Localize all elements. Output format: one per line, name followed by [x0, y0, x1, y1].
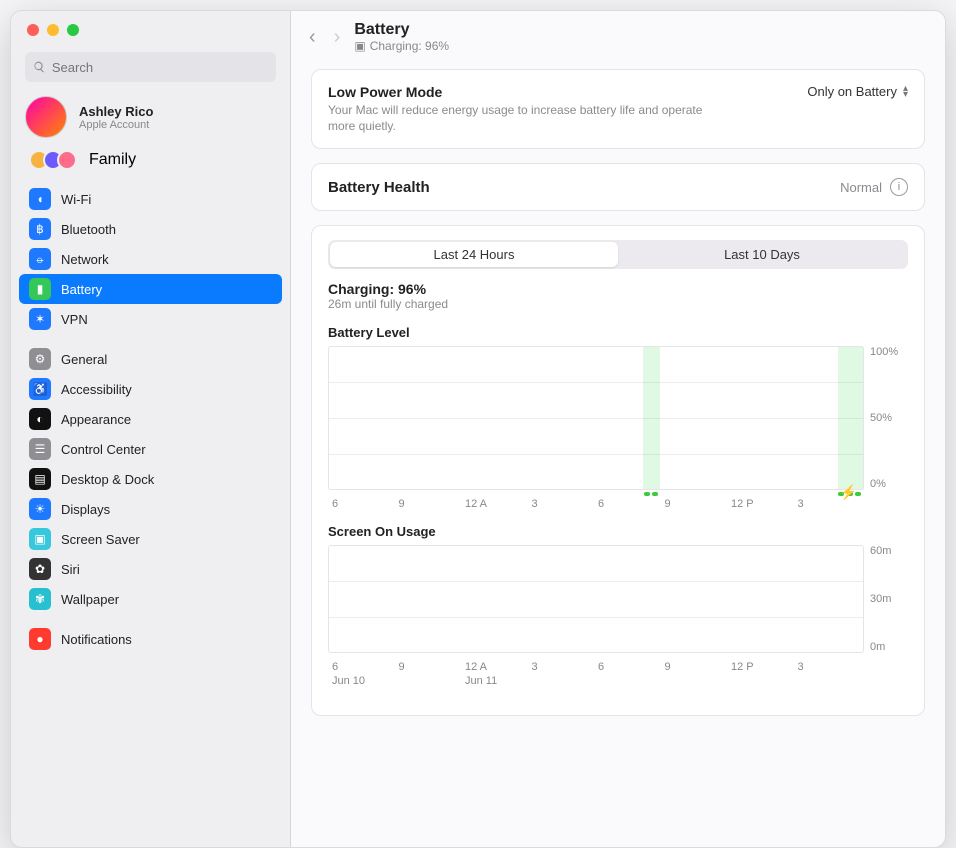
window-controls: [11, 11, 290, 42]
sidebar-item-label: Appearance: [61, 412, 131, 427]
lpm-title: Low Power Mode: [328, 84, 728, 100]
family-label: Family: [89, 151, 136, 169]
sidebar-item-label: Desktop & Dock: [61, 472, 154, 487]
sidebar-item-label: Wallpaper: [61, 592, 119, 607]
bt-icon: ฿: [29, 218, 51, 240]
sidebar-item-displays[interactable]: ☀ Displays: [19, 494, 282, 524]
forward-button[interactable]: ›: [334, 27, 341, 47]
usage-card: Last 24 Hours Last 10 Days Charging: 96%…: [311, 225, 925, 716]
sidebar-item-wallpaper[interactable]: ✾ Wallpaper: [19, 584, 282, 614]
search-icon: [33, 60, 46, 74]
charging-eta: 26m until fully charged: [328, 297, 908, 311]
header: ‹ › Battery ▣ Charging: 96%: [291, 11, 945, 69]
siri-icon: ✿: [29, 558, 51, 580]
ss-icon: ▣: [29, 528, 51, 550]
gear-icon: ⚙: [29, 348, 51, 370]
sidebar-nav: ◖ Wi-Fi ฿ Bluetooth ⦵ Network ▮ Battery ✶ VPN ⚙ Gen…: [11, 180, 290, 658]
sidebar-item-network[interactable]: ⦵ Network: [19, 244, 282, 274]
cc-icon: ☰: [29, 438, 51, 460]
family-avatars: [29, 150, 77, 170]
tab-last-10-days[interactable]: Last 10 Days: [618, 242, 906, 267]
sidebar-item-label: Bluetooth: [61, 222, 116, 237]
screen-y-axis: 60m30m0m: [864, 545, 908, 653]
sidebar-item-label: Displays: [61, 502, 110, 517]
sidebar-item-label: General: [61, 352, 107, 367]
bh-label: Battery Health: [328, 179, 430, 196]
sidebar-account[interactable]: Ashley Rico Apple Account: [11, 90, 290, 144]
lpm-value: Only on Battery: [807, 84, 897, 99]
dock-icon: ▤: [29, 468, 51, 490]
appear-icon: ◐: [29, 408, 51, 430]
wall-icon: ✾: [29, 588, 51, 610]
screen-date-axis: Jun 10Jun 11: [328, 673, 908, 687]
battery-level-section: Battery Level ⚡ 100%50%0% 6912 A36912 P3: [328, 325, 908, 510]
sidebar-item-label: Notifications: [61, 632, 132, 647]
sidebar: Ashley Rico Apple Account Family ◖ Wi-Fi ฿…: [11, 11, 291, 847]
battery-glyph-icon: ▣: [354, 39, 365, 53]
battery-level-title: Battery Level: [328, 325, 908, 340]
bh-value: Normal: [840, 180, 882, 195]
battery-y-axis: 100%50%0%: [864, 346, 908, 490]
screen-usage-title: Screen On Usage: [328, 524, 908, 539]
lpm-dropdown[interactable]: Only on Battery ▴▾: [807, 84, 908, 99]
nav-arrows: ‹ ›: [309, 27, 340, 47]
battery-icon: ▮: [29, 278, 51, 300]
sidebar-item-notifications[interactable]: ● Notifications: [19, 624, 282, 654]
vpn-icon: ✶: [29, 308, 51, 330]
time-range-segmented: Last 24 Hours Last 10 Days: [328, 240, 908, 269]
battery-health-card: Battery Health Normal i: [311, 163, 925, 211]
screen-usage-section: Screen On Usage 60m30m0m 6912 A36912 P3 …: [328, 524, 908, 687]
sidebar-item-appearance[interactable]: ◐ Appearance: [19, 404, 282, 434]
sidebar-item-accessibility[interactable]: ♿ Accessibility: [19, 374, 282, 404]
low-power-mode-card: Low Power Mode Your Mac will reduce ener…: [311, 69, 925, 149]
tab-last-24-hours[interactable]: Last 24 Hours: [330, 242, 618, 267]
sidebar-item-general[interactable]: ⚙ General: [19, 344, 282, 374]
sidebar-item-siri[interactable]: ✿ Siri: [19, 554, 282, 584]
charging-bolt-icon: ⚡: [840, 484, 857, 501]
sidebar-item-wi-fi[interactable]: ◖ Wi-Fi: [19, 184, 282, 214]
sidebar-item-label: Screen Saver: [61, 532, 140, 547]
display-icon: ☀: [29, 498, 51, 520]
sidebar-item-control-center[interactable]: ☰ Control Center: [19, 434, 282, 464]
sidebar-item-label: Wi-Fi: [61, 192, 91, 207]
wifi-icon: ◖: [29, 188, 51, 210]
globe-icon: ⦵: [29, 248, 51, 270]
sidebar-item-screen-saver[interactable]: ▣ Screen Saver: [19, 524, 282, 554]
account-name: Ashley Rico: [79, 104, 153, 119]
minimize-window-button[interactable]: [47, 24, 59, 36]
account-sub: Apple Account: [79, 119, 153, 131]
sidebar-item-label: Control Center: [61, 442, 146, 457]
screen-x-axis: 6912 A36912 P3: [328, 653, 908, 673]
sidebar-item-bluetooth[interactable]: ฿ Bluetooth: [19, 214, 282, 244]
sidebar-item-label: Siri: [61, 562, 80, 577]
sidebar-item-family[interactable]: Family: [11, 144, 290, 180]
notif-icon: ●: [29, 628, 51, 650]
screen-usage-chart: [328, 545, 864, 653]
access-icon: ♿: [29, 378, 51, 400]
sidebar-item-label: Network: [61, 252, 109, 267]
system-settings-window: Ashley Rico Apple Account Family ◖ Wi-Fi ฿…: [10, 10, 946, 848]
sidebar-item-desktop-dock[interactable]: ▤ Desktop & Dock: [19, 464, 282, 494]
sidebar-item-label: Accessibility: [61, 382, 132, 397]
lpm-desc: Your Mac will reduce energy usage to inc…: [328, 102, 728, 134]
sidebar-item-vpn[interactable]: ✶ VPN: [19, 304, 282, 334]
page-subtitle: ▣ Charging: 96%: [354, 39, 449, 53]
zoom-window-button[interactable]: [67, 24, 79, 36]
main-pane: ‹ › Battery ▣ Charging: 96% Low Power Mo…: [291, 11, 945, 847]
info-icon[interactable]: i: [890, 178, 908, 196]
avatar: [25, 96, 67, 138]
search-field[interactable]: [25, 52, 276, 82]
battery-level-chart: ⚡: [328, 346, 864, 490]
sidebar-item-battery[interactable]: ▮ Battery: [19, 274, 282, 304]
sidebar-item-label: VPN: [61, 312, 88, 327]
chevron-up-down-icon: ▴▾: [903, 86, 908, 98]
sidebar-item-label: Battery: [61, 282, 102, 297]
back-button[interactable]: ‹: [309, 27, 316, 47]
charging-status: Charging: 96%: [328, 281, 908, 297]
close-window-button[interactable]: [27, 24, 39, 36]
page-title: Battery: [354, 21, 449, 39]
search-input[interactable]: [52, 60, 268, 75]
